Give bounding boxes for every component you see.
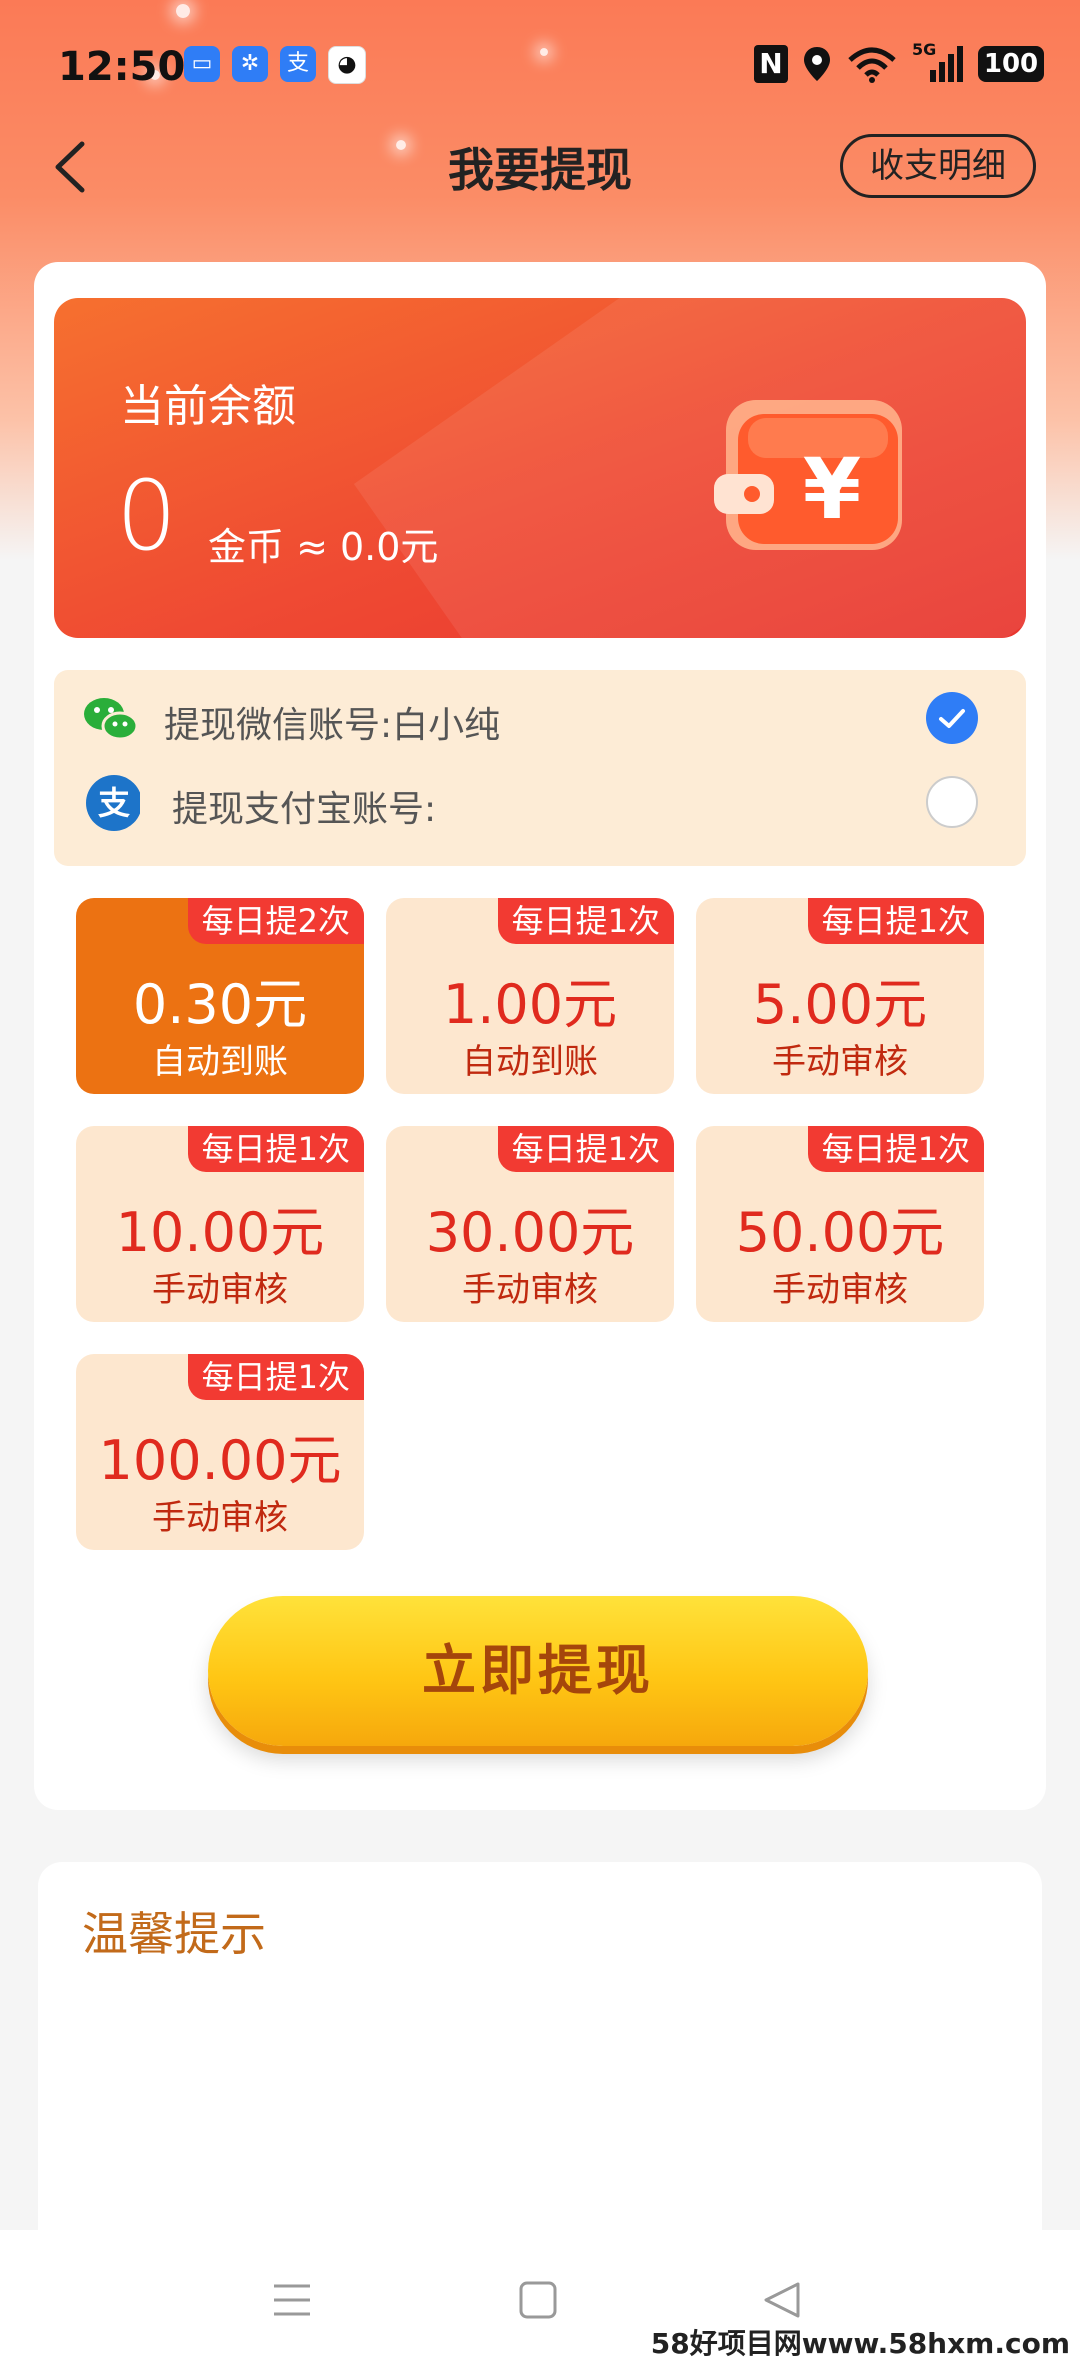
wifi-icon (848, 47, 896, 83)
menu-icon[interactable] (272, 2280, 312, 2320)
tips-card: 温馨提示 (38, 1862, 1042, 2262)
option-mode: 手动审核 (152, 1270, 288, 1310)
option-limit-badge: 每日提1次 (807, 1126, 984, 1172)
balance-unit-text: 金币 ≈ 0.0元 (208, 525, 439, 569)
option-mode: 手动审核 (772, 1042, 908, 1082)
option-amount: 50.00元 (735, 1201, 945, 1264)
card-shine (353, 298, 1026, 638)
watermark-text: 58好项目网www.58hxm.com (650, 2327, 1070, 2360)
option-limit-badge: 每日提2次 (187, 898, 364, 944)
svg-text:¥: ¥ (803, 440, 861, 538)
alipay-app-icon: 支 (280, 46, 316, 82)
amount-option[interactable]: 每日提2次 0.30元 自动到账 (76, 898, 364, 1094)
balance-card: 当前余额 0 金币 ≈ 0.0元 ¥ (54, 298, 1026, 638)
checkmark-icon (939, 709, 965, 728)
amount-option[interactable]: 每日提1次 1.00元 自动到账 (386, 898, 674, 1094)
option-mode: 手动审核 (462, 1270, 598, 1310)
signal-icon: 5G (912, 40, 964, 84)
svg-text:支: 支 (98, 784, 130, 822)
wechat-account-label: 提现微信账号:白小纯 (164, 705, 501, 746)
option-mode: 自动到账 (152, 1042, 288, 1082)
nfc-icon: N (754, 45, 788, 83)
amount-option[interactable]: 每日提1次 10.00元 手动审核 (76, 1126, 364, 1322)
status-icons: N 5G 100 (754, 40, 1044, 84)
status-bar: 12:50 ▭ ✲ 支 ◕ N 5G 100 (0, 40, 1080, 96)
wallet-icon: ¥ (714, 400, 902, 550)
wechat-radio-checked[interactable] (926, 692, 978, 744)
option-mode: 手动审核 (772, 1270, 908, 1310)
back-icon[interactable] (762, 2280, 802, 2320)
option-limit-badge: 每日提1次 (497, 898, 674, 944)
fan-app-icon: ✲ (232, 46, 268, 82)
withdraw-now-button[interactable]: 立即提现 (208, 1596, 868, 1746)
option-amount: 30.00元 (425, 1201, 635, 1264)
home-icon[interactable] (518, 2280, 558, 2320)
balance-amount: 0 (116, 460, 178, 572)
withdraw-card: 当前余额 0 金币 ≈ 0.0元 ¥ 提现微信账号:白小纯 支 提现支付宝账号:… (34, 262, 1046, 1810)
balance-label: 当前余额 (120, 381, 296, 432)
wechat-account-row[interactable]: 提现微信账号:白小纯 (54, 678, 1026, 758)
transaction-details-button[interactable]: 收支明细 (840, 134, 1036, 198)
option-amount: 5.00元 (752, 973, 928, 1036)
amount-option[interactable]: 每日提1次 100.00元 手动审核 (76, 1354, 364, 1550)
message-app-icon: ▭ (184, 46, 220, 82)
option-limit-badge: 每日提1次 (497, 1126, 674, 1172)
option-mode: 自动到账 (462, 1042, 598, 1082)
option-amount: 0.30元 (132, 973, 308, 1036)
option-amount: 10.00元 (115, 1201, 325, 1264)
amount-option[interactable]: 每日提1次 30.00元 手动审核 (386, 1126, 674, 1322)
wechat-icon (84, 698, 139, 741)
qq-app-icon: ◕ (328, 46, 366, 84)
location-icon (804, 47, 830, 81)
option-amount: 1.00元 (442, 973, 618, 1036)
system-navigation-bar: 58好项目网www.58hxm.com (0, 2230, 1080, 2362)
amount-option[interactable]: 每日提1次 50.00元 手动审核 (696, 1126, 984, 1322)
option-limit-badge: 每日提1次 (187, 1354, 364, 1400)
alipay-account-row[interactable]: 支 提现支付宝账号: (54, 762, 1026, 842)
option-mode: 手动审核 (152, 1498, 288, 1538)
option-limit-badge: 每日提1次 (807, 898, 984, 944)
option-limit-badge: 每日提1次 (187, 1126, 364, 1172)
option-amount: 100.00元 (98, 1429, 342, 1492)
status-time: 12:50 (58, 44, 186, 90)
tips-title: 温馨提示 (82, 1907, 266, 1961)
alipay-icon: 支 (86, 775, 140, 831)
sparkle-decoration (176, 4, 190, 18)
battery-icon: 100 (978, 46, 1044, 82)
alipay-radio-unchecked[interactable] (926, 776, 978, 828)
account-selection: 提现微信账号:白小纯 支 提现支付宝账号: (54, 670, 1026, 866)
alipay-account-label: 提现支付宝账号: (172, 789, 437, 830)
amount-option[interactable]: 每日提1次 5.00元 手动审核 (696, 898, 984, 1094)
